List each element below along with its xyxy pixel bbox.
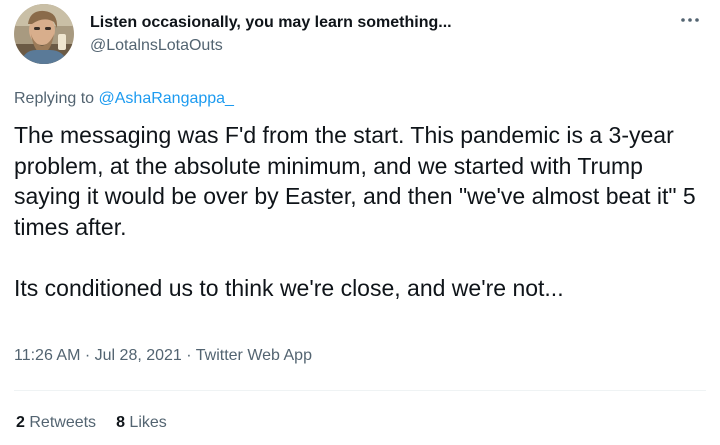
replying-to-label: Replying to: [14, 90, 99, 107]
avatar-image: [14, 4, 74, 64]
author-display-name[interactable]: Listen occasionally, you may learn somet…: [90, 13, 452, 33]
tweet-text-paragraph: The messaging was F'd from the start. Th…: [14, 122, 696, 240]
likes-stat[interactable]: 8 Likes: [116, 414, 167, 431]
tweet-card: Listen occasionally, you may learn somet…: [0, 0, 720, 445]
retweets-label: Retweets: [29, 414, 97, 431]
avatar[interactable]: [14, 4, 74, 64]
reply-mention-link[interactable]: @AshaRangappa_: [99, 90, 234, 107]
tweet-time[interactable]: 11:26 AM: [14, 347, 80, 364]
likes-label: Likes: [129, 414, 167, 431]
tweet-date[interactable]: Jul 28, 2021: [95, 347, 182, 364]
retweets-stat[interactable]: 2 Retweets: [16, 414, 96, 431]
replying-to: Replying to @AshaRangappa_: [14, 89, 234, 109]
tweet-text: The messaging was F'd from the start. Th…: [14, 120, 714, 303]
meta-separator: ·: [80, 347, 95, 364]
tweet-meta: 11:26 AM · Jul 28, 2021 · Twitter Web Ap…: [14, 346, 312, 366]
likes-count: 8: [116, 414, 125, 431]
meta-separator: ·: [181, 347, 196, 364]
tweet-text-paragraph: Its conditioned us to think we're close,…: [14, 274, 564, 301]
tweet-source[interactable]: Twitter Web App: [196, 347, 312, 364]
retweets-count: 2: [16, 414, 25, 431]
divider: [14, 390, 706, 391]
author-handle[interactable]: @LotalnsLotaOuts: [90, 36, 223, 56]
tweet-stats: 2 Retweets 8 Likes: [16, 413, 187, 433]
more-horizontal-icon[interactable]: [678, 10, 702, 30]
